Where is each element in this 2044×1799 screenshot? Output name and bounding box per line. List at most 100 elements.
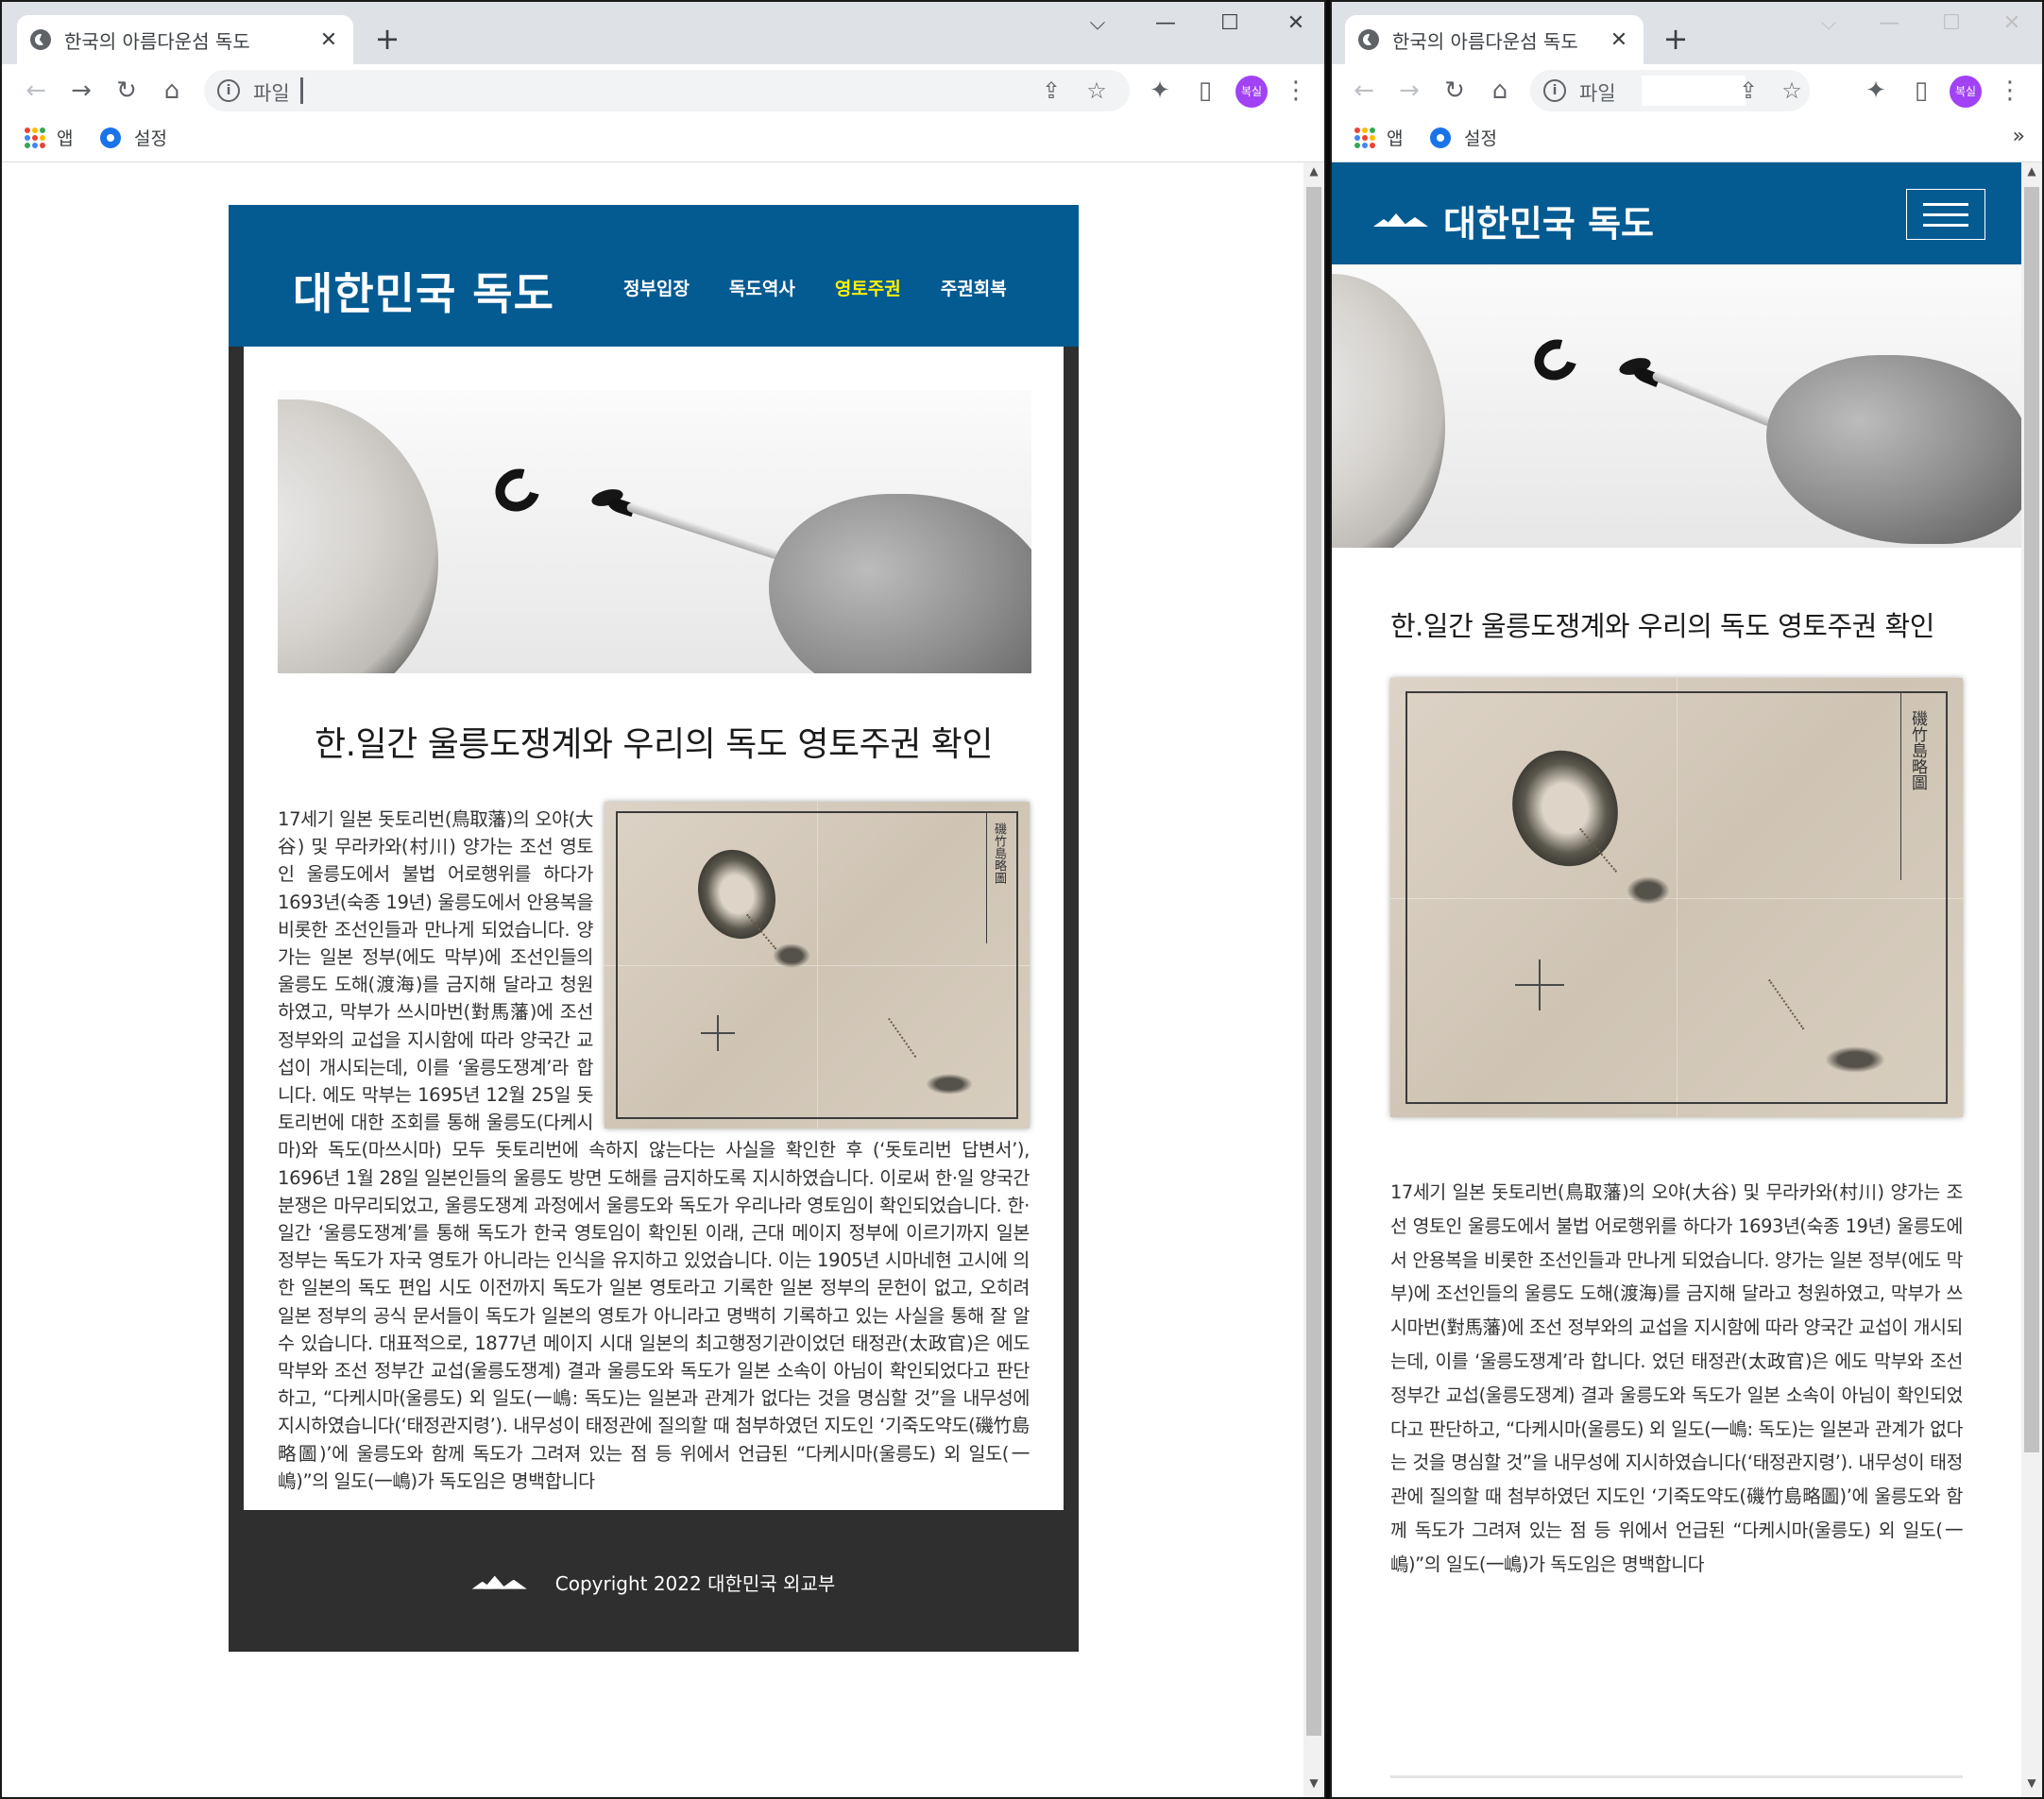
tab-close-icon[interactable]: ✕ [1608,28,1630,52]
footer-divider [1390,1775,1963,1778]
close-window-button[interactable]: ✕ [1277,11,1315,35]
address-bar[interactable]: i 파일 ⇪ ☆ [204,70,1130,111]
nav-item-dokdo-history[interactable]: 독도역사 [729,275,795,300]
bookmark-settings[interactable]: 설정 [100,125,167,150]
scroll-down-arrow-icon[interactable]: ▼ [2021,1776,2042,1795]
apps-grid-icon [1354,127,1375,148]
nav-item-sovereignty-recovery[interactable]: 주권회복 [941,275,1007,300]
map-frame [616,811,1018,1119]
ink-circle [487,460,548,520]
scrollbar-thumb[interactable] [2024,187,2039,1452]
address-url-field[interactable] [300,77,303,104]
article-body: 17세기 일본 돗토리번(鳥取藩)의 오야(大谷) 및 무라카와(村川) 양가는… [1390,1181,1963,1575]
article-heading: 한.일간 울릉도쟁계와 우리의 독도 영토주권 확인 [1390,610,1934,642]
chrome-menu-icon[interactable]: ⋮ [1279,74,1313,108]
site-header: 대한민국 독도 [1332,162,2021,264]
bookmarks-bar: 앱 설정 [2,117,1324,162]
maximize-button[interactable]: ☐ [1933,11,1970,35]
nav-item-territorial-sovereignty[interactable]: 영토주권 [835,275,901,300]
home-icon[interactable]: ⌂ [1483,74,1517,108]
map-title: 磯竹島略圖 [1908,710,1927,790]
map-frame [1405,691,1948,1104]
reload-icon[interactable]: ↻ [110,74,144,108]
historic-map-image: 磯竹島略圖 [1390,678,1963,1117]
chrome-menu-icon[interactable]: ⋮ [1993,74,2027,108]
browser-tab[interactable]: 한국의 아름다운섬 독도 ✕ [1345,15,1644,64]
map-title: 磯竹島略圖 [992,823,1006,884]
coast-islet [926,1074,973,1095]
site-footer: Copyright 2022 대한민국 외교부 [229,1510,1079,1653]
tab-title: 한국의 아름다운섬 독도 [64,29,250,53]
page-scrollbar[interactable]: ▲ ▼ [2021,162,2042,1797]
new-tab-button[interactable]: + [370,23,404,57]
site-title[interactable]: 대한민국 독도 [1443,195,1654,246]
island-ink-shape [1332,274,1445,548]
share-icon[interactable]: ⇪ [1732,75,1764,107]
settings-gear-icon [100,127,121,148]
mountain-logo-icon [1373,213,1430,227]
site-info-icon[interactable]: i [217,79,240,102]
scroll-up-arrow-icon[interactable]: ▲ [1303,164,1324,183]
tab-strip: 한국의 아름다운섬 독도 ✕ + ⌵ — ☐ ✕ [1332,2,2042,64]
side-panel-icon[interactable]: ▯ [1904,74,1938,108]
bookmark-apps[interactable]: 앱 [25,125,73,150]
scroll-down-arrow-icon[interactable]: ▼ [1303,1776,1324,1795]
bookmark-settings[interactable]: 설정 [1430,125,1497,150]
site-info-icon[interactable]: i [1543,79,1566,102]
extensions-puzzle-icon[interactable]: ✦ [1143,74,1177,108]
home-icon[interactable]: ⌂ [155,74,189,108]
dokdo-islet [1627,876,1670,905]
minimize-button[interactable]: — [1147,11,1184,35]
address-url-field[interactable] [1642,76,1746,106]
scroll-up-arrow-icon[interactable]: ▲ [2021,164,2042,183]
tab-search-dropdown-icon[interactable]: ⌵ [1810,11,1848,35]
back-arrow-icon[interactable]: ← [1347,74,1381,108]
main-nav: 정부입장 독도역사 영토주권 주권회복 [623,275,1007,300]
bookmark-star-icon[interactable]: ☆ [1081,75,1113,107]
bookmarks-overflow-icon[interactable]: » [2013,125,2025,148]
article-card: 한.일간 울릉도쟁계와 우리의 독도 영토주권 확인 磯竹島略圖 17세기 일본… [244,347,1064,1511]
settings-gear-icon [1430,127,1451,148]
bookmark-apps[interactable]: 앱 [1354,125,1403,150]
forward-arrow-icon[interactable]: → [1392,74,1426,108]
nav-item-government-position[interactable]: 정부입장 [623,275,690,300]
hand [769,494,1031,673]
map-title-box [1900,691,1901,880]
scrollbar-thumb[interactable] [1306,187,1321,1736]
tab-title: 한국의 아름다운섬 독도 [1392,29,1578,53]
address-bar[interactable]: i 파일 ⇪ ☆ [1530,70,1810,111]
tab-close-icon[interactable]: ✕ [317,28,340,52]
apps-grid-icon [25,127,45,148]
bookmark-star-icon[interactable]: ☆ [1776,75,1808,107]
dokdo-islet [773,943,810,968]
article-heading: 한.일간 울릉도쟁계와 우리의 독도 영토주권 확인 [314,725,994,764]
minimize-button[interactable]: — [1870,11,1908,35]
profile-avatar[interactable]: 복실 [1950,76,1982,108]
hamburger-menu-icon[interactable] [1906,189,1985,240]
maximize-button[interactable]: ☐ [1211,11,1249,35]
page-scrollbar[interactable]: ▲ ▼ [1303,162,1324,1797]
extensions-puzzle-icon[interactable]: ✦ [1859,74,1893,108]
site-header: 대한민국 독도 정부입장 독도역사 영토주권 주권회복 [229,205,1079,347]
bookmark-label: 앱 [1387,128,1404,149]
copyright-text: Copyright 2022 대한민국 외교부 [554,1572,836,1596]
back-arrow-icon[interactable]: ← [19,74,53,108]
close-window-button[interactable]: ✕ [1993,11,2031,35]
tab-search-dropdown-icon[interactable]: ⌵ [1079,11,1116,35]
page-viewport: 대한민국 독도 한.일간 울릉도쟁계와 우리의 독도 영토주권 확인 磯竹島略圖… [1332,162,2042,1797]
reload-icon[interactable]: ↻ [1438,74,1472,108]
content-wrapper: 한.일간 울릉도쟁계와 우리의 독도 영토주권 확인 磯竹島略圖 17세기 일본… [229,347,1079,1511]
new-tab-button[interactable]: + [1659,23,1693,57]
bookmark-label: 앱 [57,128,74,149]
address-scheme-label: 파일 [1579,82,1616,105]
article-content: 한.일간 울릉도쟁계와 우리의 독도 영토주권 확인 磯竹島略圖 17세기 일본… [1332,264,2021,1797]
forward-arrow-icon[interactable]: → [64,74,98,108]
bookmarks-bar: 앱 설정 » [1332,117,2042,162]
share-icon[interactable]: ⇪ [1035,75,1067,107]
profile-avatar[interactable]: 복실 [1235,76,1268,108]
calligraphy-hero-image [1332,264,2021,548]
map-title-box [986,811,987,943]
site-title[interactable]: 대한민국 독도 [293,260,554,322]
browser-tab[interactable]: 한국의 아름다운섬 독도 ✕ [17,15,353,64]
side-panel-icon[interactable]: ▯ [1188,74,1222,108]
